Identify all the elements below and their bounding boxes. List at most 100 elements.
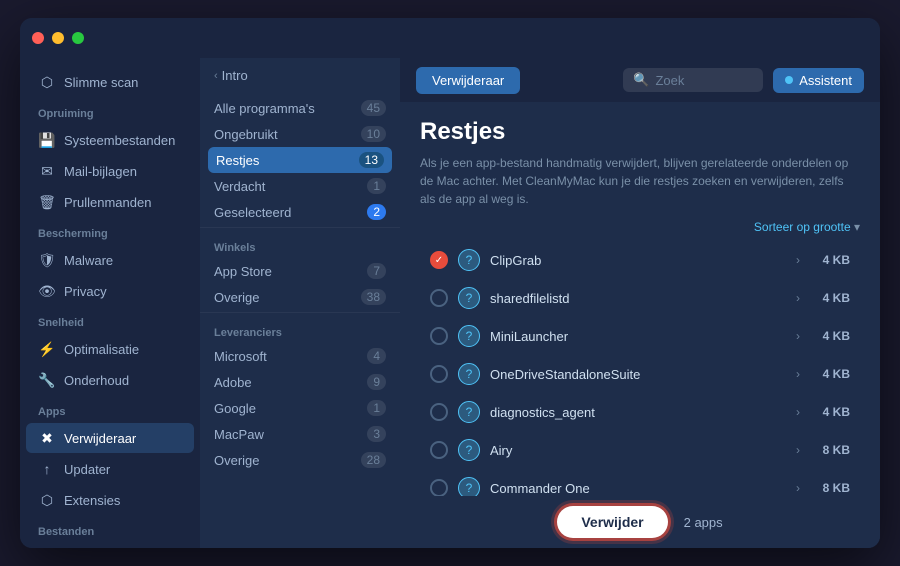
titlebar (20, 18, 880, 58)
app-size: 8 KB (810, 443, 850, 457)
app-size: 4 KB (810, 367, 850, 381)
category-list: Alle programma's 45 Ongebruikt 10 Restje… (200, 91, 400, 548)
sidebar-item-systeembestanden[interactable]: 💾 Systeembestanden (26, 125, 194, 155)
search-icon: 🔍 (633, 72, 649, 88)
section-label-bescherming: Bescherming (20, 218, 200, 244)
action-bar: Verwijder 2 apps (400, 496, 880, 548)
category-ongebruikt[interactable]: Ongebruikt 10 (200, 121, 400, 147)
section-label-apps: Apps (20, 396, 200, 422)
app-row[interactable]: ? Airy › 8 KB (420, 432, 860, 468)
category-verdacht[interactable]: Verdacht 1 (200, 173, 400, 199)
assistant-button[interactable]: Assistent (773, 68, 864, 93)
page-title: Restjes (420, 118, 860, 146)
trash-icon: 🗑 (38, 193, 56, 211)
remove-icon: ✖ (38, 429, 56, 447)
app-size: 4 KB (810, 253, 850, 267)
app-row[interactable]: ? diagnostics_agent › 4 KB (420, 394, 860, 430)
category-alle-programmas[interactable]: Alle programma's 45 (200, 95, 400, 121)
section-label-winkels: Winkels (200, 230, 400, 258)
app-checkbox[interactable] (430, 479, 448, 496)
sidebar-item-verwijderaar[interactable]: ✖ Verwijderaar (26, 423, 194, 453)
app-question-icon: ? (458, 249, 480, 271)
app-name: sharedfilelistd (490, 291, 786, 306)
sidebar-item-ruimtezoeker[interactable]: 📁 Ruimtezoeker (26, 543, 194, 548)
back-button[interactable]: ‹ Intro (200, 58, 400, 91)
app-question-icon: ? (458, 325, 480, 347)
topbar-right: 🔍 Assistent (623, 68, 864, 93)
app-row[interactable]: ? OneDriveStandaloneSuite › 4 KB (420, 356, 860, 392)
category-overige-winkels[interactable]: Overige 38 (200, 284, 400, 310)
section-label-opruiming: Opruiming (20, 98, 200, 124)
back-arrow-icon: ‹ (214, 70, 218, 82)
main-content: Restjes Als je een app-bestand handmatig… (400, 102, 880, 496)
app-name: Airy (490, 443, 786, 458)
app-list: ? ClipGrab › 4 KB ? sharedfilelistd › 4 … (420, 242, 860, 496)
fullscreen-button[interactable] (72, 32, 84, 44)
sidebar-item-updater[interactable]: ↑ Updater (26, 454, 194, 484)
app-row[interactable]: ? ClipGrab › 4 KB (420, 242, 860, 278)
minimize-button[interactable] (52, 32, 64, 44)
chevron-icon: › (796, 481, 800, 495)
app-checkbox[interactable] (430, 403, 448, 421)
category-microsoft[interactable]: Microsoft 4 (200, 343, 400, 369)
sidebar-item-optimalisatie[interactable]: ⚡ Optimalisatie (26, 334, 194, 364)
category-geselecteerd[interactable]: Geselecteerd 2 (200, 199, 400, 225)
update-icon: ↑ (38, 460, 56, 478)
app-name: diagnostics_agent (490, 405, 786, 420)
category-overige-leveranciers[interactable]: Overige 28 (200, 447, 400, 473)
sidebar-item-onderhoud[interactable]: 🔧 Onderhoud (26, 365, 194, 395)
app-question-icon: ? (458, 363, 480, 385)
chevron-icon: › (796, 329, 800, 343)
app-row[interactable]: ? Commander One › 8 KB (420, 470, 860, 496)
app-checkbox[interactable] (430, 327, 448, 345)
app-checkbox[interactable] (430, 289, 448, 307)
content-area: ⬡ Slimme scan Opruiming 💾 Systeembestand… (20, 58, 880, 548)
app-name: OneDriveStandaloneSuite (490, 367, 786, 382)
main-panel: Verwijderaar 🔍 Assistent Restjes Als je (400, 58, 880, 548)
topbar: Verwijderaar 🔍 Assistent (400, 58, 880, 102)
chevron-icon: › (796, 367, 800, 381)
search-input[interactable] (655, 73, 753, 88)
sidebar-item-malware[interactable]: 🛡 Malware (26, 245, 194, 275)
section-label-snelheid: Snelheid (20, 307, 200, 333)
sort-label[interactable]: Sorteer op grootte ▾ (420, 220, 860, 234)
section-label-leveranciers: Leveranciers (200, 315, 400, 343)
chevron-icon: › (796, 253, 800, 267)
category-app-store[interactable]: App Store 7 (200, 258, 400, 284)
topbar-tabs: Verwijderaar (416, 67, 520, 94)
sidebar-item-mail-bijlagen[interactable]: ✉ Mail-bijlagen (26, 156, 194, 186)
tab-verwijderaar[interactable]: Verwijderaar (416, 67, 520, 94)
sidebar-item-privacy[interactable]: 👁 Privacy (26, 276, 194, 306)
app-question-icon: ? (458, 401, 480, 423)
apps-count: 2 apps (684, 515, 723, 530)
verwijder-button[interactable]: Verwijder (557, 506, 667, 538)
disk-icon: 💾 (38, 131, 56, 149)
app-checkbox[interactable] (430, 251, 448, 269)
app-size: 4 KB (810, 405, 850, 419)
app-checkbox[interactable] (430, 365, 448, 383)
app-name: Commander One (490, 481, 786, 496)
app-size: 8 KB (810, 481, 850, 495)
middle-panel: ‹ Intro Alle programma's 45 Ongebruikt 1… (200, 58, 400, 548)
sidebar-item-slimme-scan[interactable]: ⬡ Slimme scan (26, 67, 194, 97)
category-restjes[interactable]: Restjes 13 (208, 147, 392, 173)
app-checkbox[interactable] (430, 441, 448, 459)
app-question-icon: ? (458, 287, 480, 309)
app-name: MiniLauncher (490, 329, 786, 344)
chevron-icon: › (796, 405, 800, 419)
scan-icon: ⬡ (38, 73, 56, 91)
app-name: ClipGrab (490, 253, 786, 268)
main-window: ⬡ Slimme scan Opruiming 💾 Systeembestand… (20, 18, 880, 548)
eye-icon: 👁 (38, 282, 56, 300)
sidebar-item-extensies[interactable]: ⬡ Extensies (26, 485, 194, 515)
category-adobe[interactable]: Adobe 9 (200, 369, 400, 395)
lightning-icon: ⚡ (38, 340, 56, 358)
app-question-icon: ? (458, 439, 480, 461)
sidebar-item-prullenmanden[interactable]: 🗑 Prullenmanden (26, 187, 194, 217)
page-description: Als je een app-bestand handmatig verwijd… (420, 154, 860, 208)
category-macpaw[interactable]: MacPaw 3 (200, 421, 400, 447)
close-button[interactable] (32, 32, 44, 44)
app-row[interactable]: ? sharedfilelistd › 4 KB (420, 280, 860, 316)
category-google[interactable]: Google 1 (200, 395, 400, 421)
app-row[interactable]: ? MiniLauncher › 4 KB (420, 318, 860, 354)
